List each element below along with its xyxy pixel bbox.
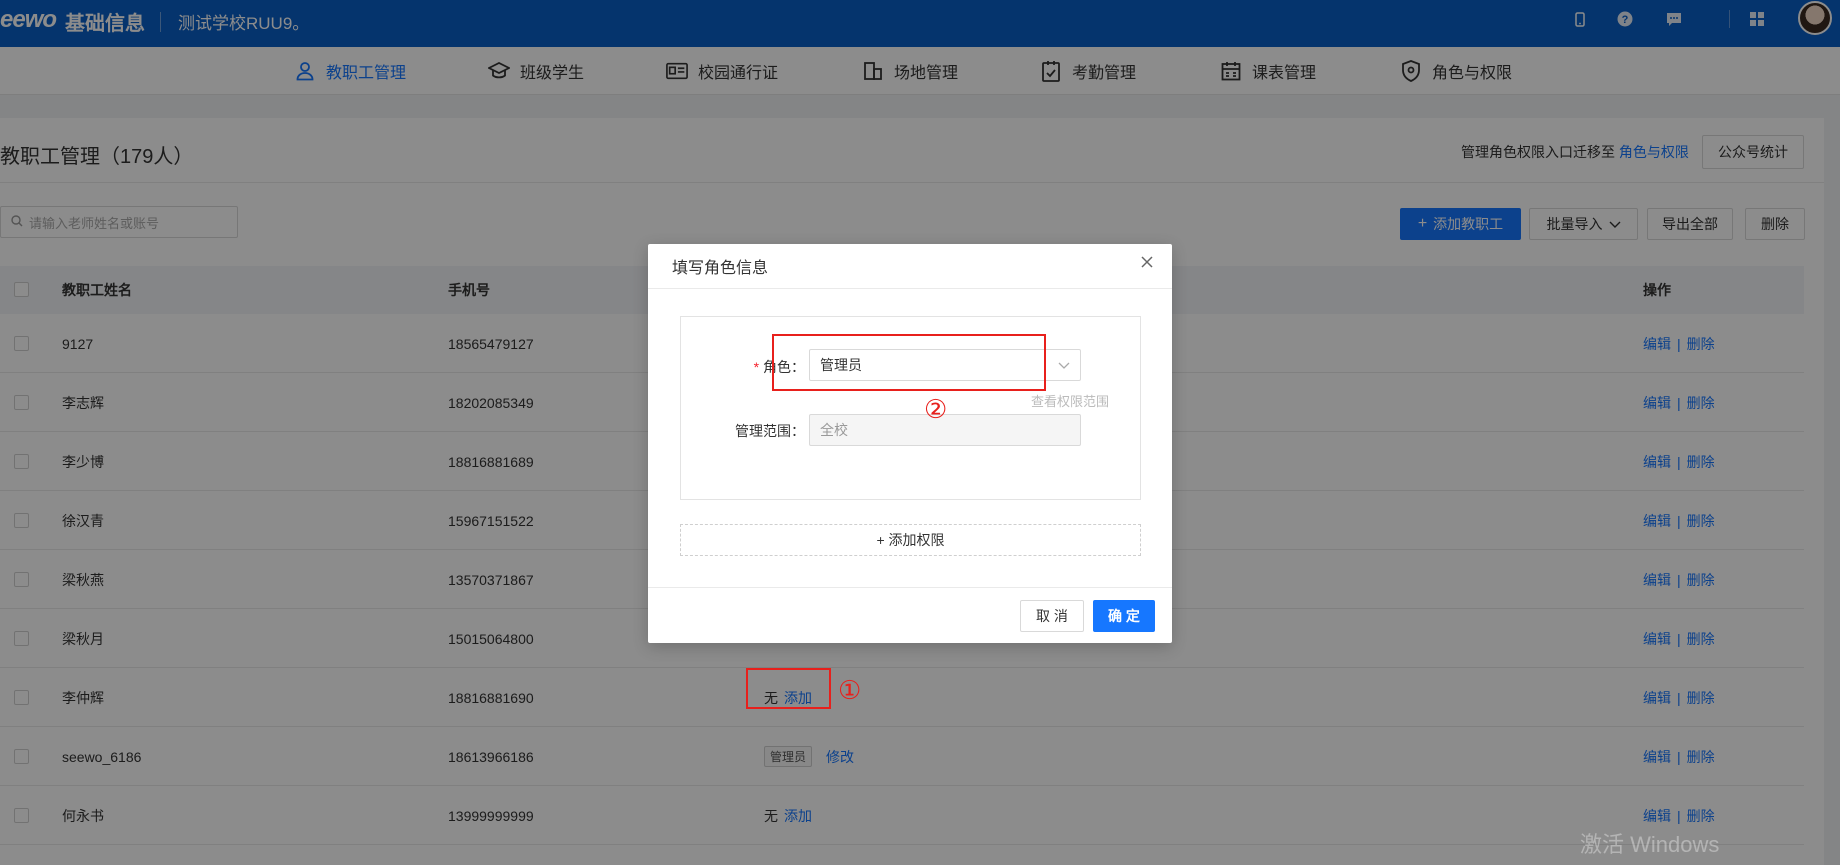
annotation-box-1 [746,668,831,709]
dialog-title: 填写角色信息 [672,260,769,277]
add-permission-button[interactable]: + 添加权限 [680,524,1141,556]
view-scope-link[interactable]: 查看权限范围 [1031,391,1109,410]
annotation-box-2 [772,334,1046,391]
required-mark: * [753,359,760,375]
chevron-down-icon [1058,357,1070,373]
close-icon[interactable] [1140,252,1154,275]
annotation-step-1: ① [838,676,862,706]
scope-label: 管理范围： [735,423,805,439]
role-info-dialog: 填写角色信息 * 角色： 管理员 查看权限范围 管理范围： 全校 + 添加权限 … [648,244,1172,643]
annotation-step-2: ② [924,395,948,425]
cancel-button[interactable]: 取 消 [1020,600,1084,632]
windows-activation-watermark: 激活 Windows [1580,832,1720,857]
dialog-title-divider [648,288,1172,289]
confirm-button[interactable]: 确 定 [1093,600,1155,632]
dialog-footer-divider [648,587,1172,588]
